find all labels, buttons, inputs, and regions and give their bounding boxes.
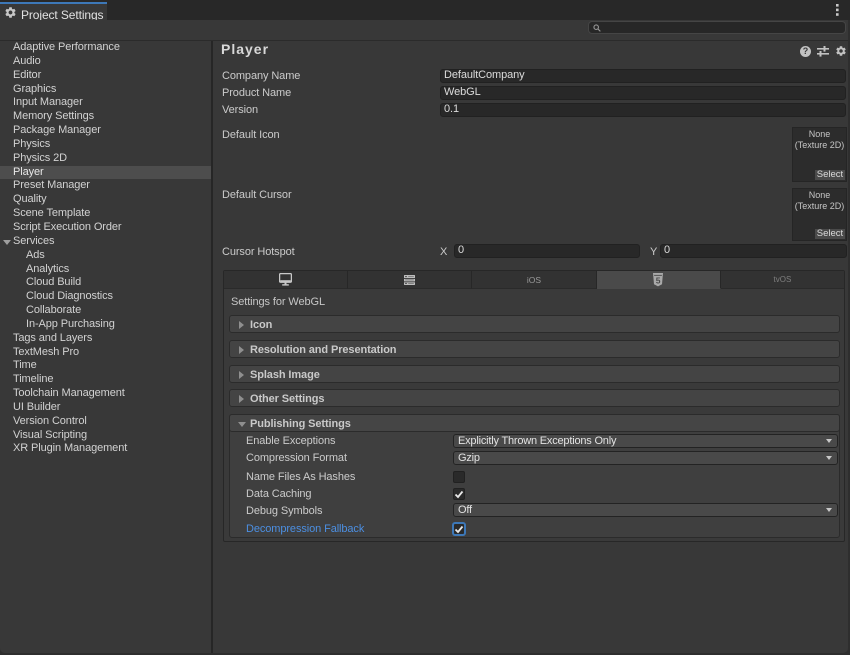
svg-text:5: 5 — [656, 275, 661, 285]
